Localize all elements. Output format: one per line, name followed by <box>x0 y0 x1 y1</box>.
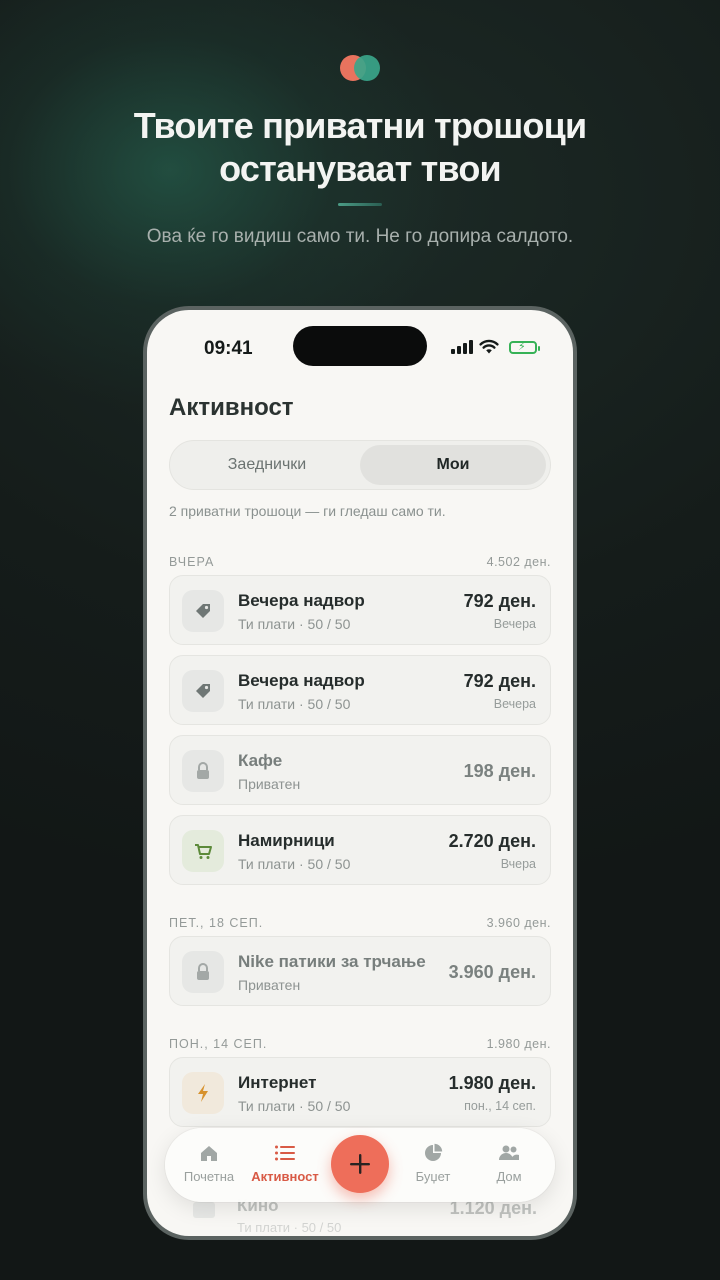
expense-row-private[interactable]: Кафе Приватен 198 ден. <box>169 735 551 805</box>
expense-subtitle: Приватен <box>238 977 301 993</box>
hero-headline: Твоите приватни трошоци остануваат твои <box>0 104 720 190</box>
ticket-icon <box>193 1202 215 1218</box>
add-expense-button[interactable] <box>331 1135 389 1193</box>
logo-circle-teal <box>354 55 380 81</box>
tag-icon <box>182 670 224 712</box>
expense-row[interactable]: Вечера надвор Ти плати · 50 / 50 792 ден… <box>169 655 551 725</box>
status-time: 09:41 <box>204 338 253 359</box>
expense-amount: 1.980 ден. <box>448 1073 536 1093</box>
tab-activity-label: Активност <box>251 1169 319 1184</box>
list-icon <box>275 1145 295 1161</box>
expense-subtitle: Приватен <box>238 776 301 792</box>
section-header: ВЧЕРА 4.502 ден. <box>169 555 551 569</box>
tab-budget[interactable]: Буџет <box>395 1142 471 1184</box>
hero-headline-line1: Твоите приватни трошоци <box>133 105 587 146</box>
tab-activity[interactable]: Активност <box>247 1142 323 1184</box>
section-label: ВЧЕРА <box>169 555 215 569</box>
section-total: 3.960 ден. <box>486 916 551 930</box>
section-total: 1.980 ден. <box>486 1037 551 1051</box>
expense-amount: 2.720 ден. <box>448 831 536 851</box>
hero-divider <box>338 203 382 206</box>
phone-frame: 09:41 ⚡ Активност Заеднички Мои 2 приват… <box>143 306 577 1240</box>
expense-subtitle: Ти плати · 50 / 50 <box>238 696 351 712</box>
expense-amount: 792 ден. <box>463 591 536 611</box>
tab-home-label: Почетна <box>183 1169 235 1184</box>
hero-headline-line2: остануваат твои <box>219 148 502 189</box>
expense-name: Вечера надвор <box>238 671 365 690</box>
expense-name: Кафе <box>238 751 283 770</box>
section-header: ПЕТ., 18 СЕП. 3.960 ден. <box>169 916 551 930</box>
wifi-icon <box>479 339 499 354</box>
expense-subtitle: Ти плати · 50 / 50 <box>238 856 351 872</box>
lock-icon <box>182 750 224 792</box>
dynamic-island <box>293 326 427 366</box>
expense-date: Вечера <box>493 617 536 631</box>
expense-date: Вечера <box>493 697 536 711</box>
expense-name: Nike патики за трчање <box>238 952 426 971</box>
tab-household[interactable]: Дом <box>471 1142 547 1184</box>
tab-household-label: Дом <box>496 1169 522 1184</box>
people-icon <box>499 1145 519 1160</box>
expense-name: Вечера надвор <box>238 591 365 610</box>
expense-row[interactable]: Вечера надвор Ти плати · 50 / 50 792 ден… <box>169 575 551 645</box>
expense-subtitle: Ти плати · 50 / 50 <box>238 616 351 632</box>
battery-icon: ⚡ <box>509 341 540 354</box>
signal-icon <box>451 340 473 354</box>
expense-name: Намирници <box>238 831 335 850</box>
status-icons: ⚡ <box>451 339 541 356</box>
tab-bar: Почетна Активност Буџет Дом <box>165 1128 555 1202</box>
lock-icon <box>182 951 224 993</box>
segmented-control: Заеднички Мои <box>169 440 551 490</box>
private-note: 2 приватни трошоци — ги гледаш само ти. <box>169 503 446 519</box>
expense-amount: 3.960 ден. <box>448 962 536 982</box>
section-label: ПОН., 14 СЕП. <box>169 1037 268 1051</box>
tab-home[interactable]: Почетна <box>171 1142 247 1184</box>
section-header: ПОН., 14 СЕП. 1.980 ден. <box>169 1037 551 1051</box>
expense-row[interactable]: Интернет Ти плати · 50 / 50 1.980 ден. п… <box>169 1057 551 1127</box>
expense-amount: 198 ден. <box>463 761 536 781</box>
expense-name: Интернет <box>238 1073 317 1092</box>
expense-date: пон., 14 сеп. <box>464 1099 536 1113</box>
tag-icon <box>182 590 224 632</box>
pie-chart-icon <box>425 1143 443 1161</box>
section-total: 4.502 ден. <box>486 555 551 569</box>
segment-mine[interactable]: Мои <box>360 445 546 485</box>
plus-icon <box>350 1154 370 1174</box>
phone-screen: 09:41 ⚡ Активност Заеднички Мои 2 приват… <box>147 310 573 1236</box>
home-icon <box>201 1146 217 1161</box>
expense-row-private[interactable]: Nike патики за трчање Приватен 3.960 ден… <box>169 936 551 1006</box>
app-logo <box>340 55 382 81</box>
expense-row[interactable]: Намирници Ти плати · 50 / 50 2.720 ден. … <box>169 815 551 885</box>
section-label: ПЕТ., 18 СЕП. <box>169 916 264 930</box>
expense-date: Вчера <box>500 857 536 871</box>
cart-icon <box>182 830 224 872</box>
expense-amount: 792 ден. <box>463 671 536 691</box>
expense-subtitle: Ти плати · 50 / 50 <box>238 1098 351 1114</box>
expense-subtitle: Ти плати · 50 / 50 <box>237 1220 342 1235</box>
segment-shared[interactable]: Заеднички <box>174 445 360 485</box>
hero-subline: Ова ќе го видиш само ти. Не го допира са… <box>146 226 574 247</box>
page-title: Активност <box>169 394 294 421</box>
tab-budget-label: Буџет <box>415 1169 451 1184</box>
bolt-icon <box>182 1072 224 1114</box>
